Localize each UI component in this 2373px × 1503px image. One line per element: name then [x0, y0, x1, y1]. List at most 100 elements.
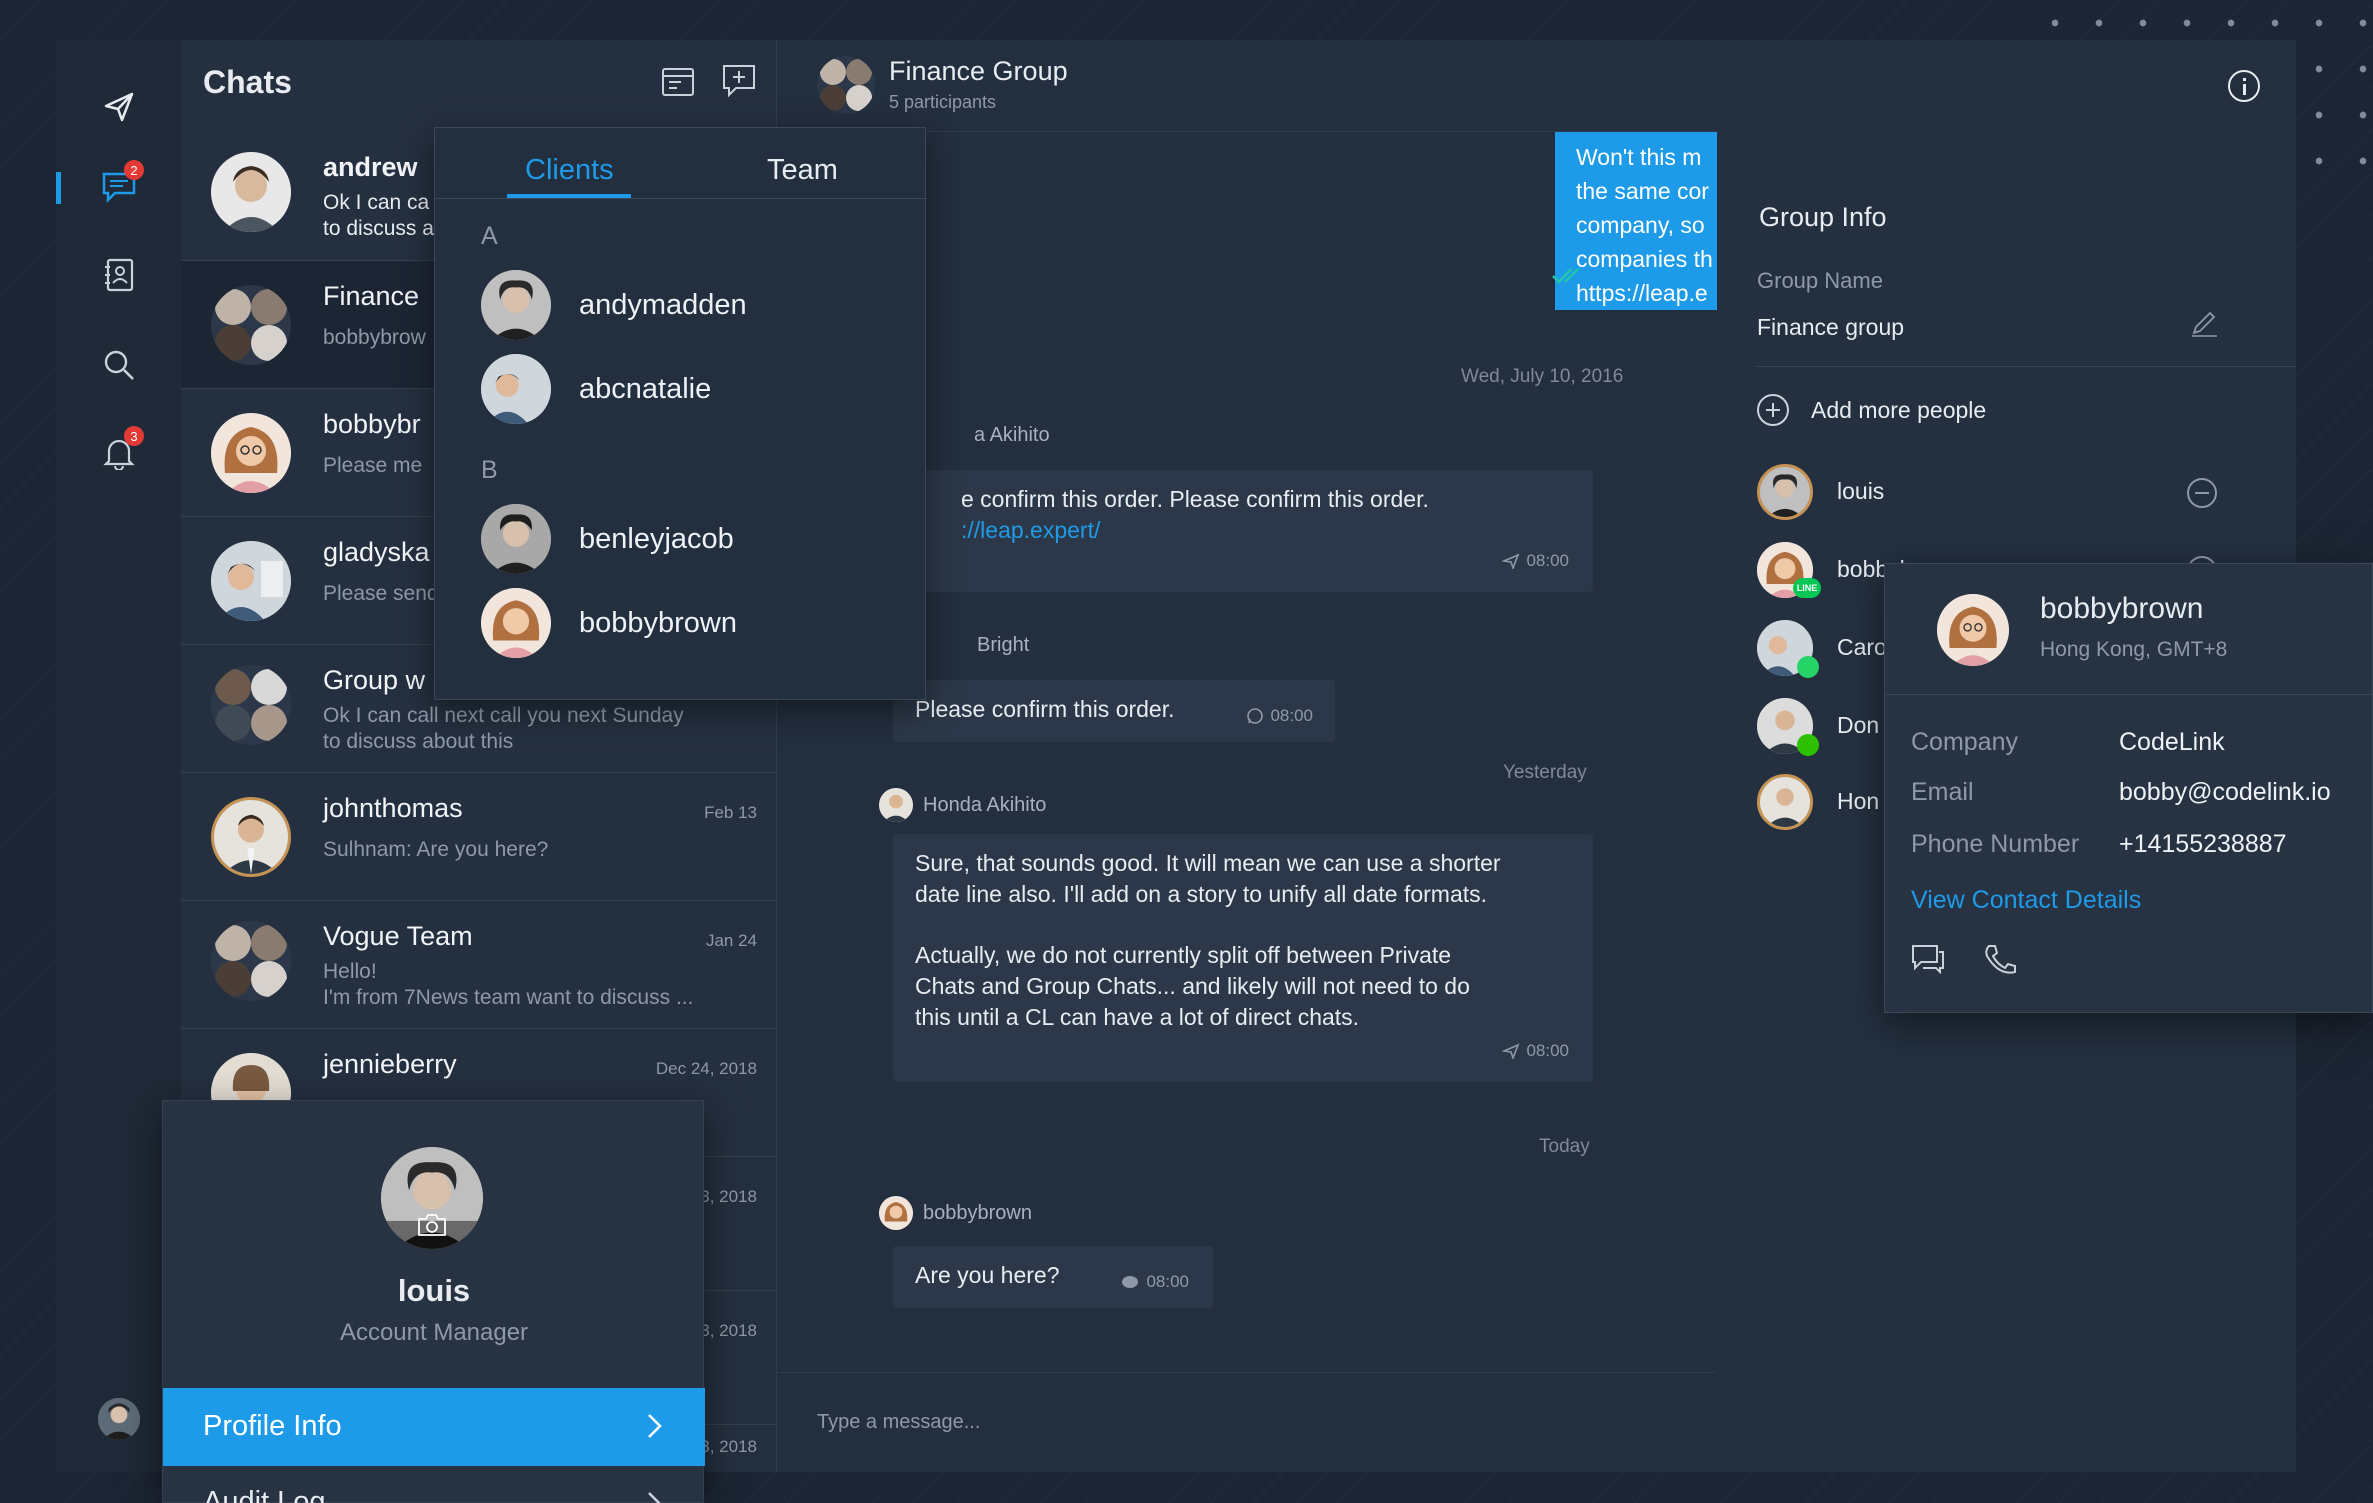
contact-phone-row: Phone Number +14155238887 [1911, 830, 2287, 858]
chat-date: 3, 2018 [700, 1437, 757, 1456]
unread-badge: 2 [124, 160, 144, 180]
wechat-icon [1120, 1274, 1140, 1290]
group-avatar [817, 56, 875, 114]
chat-list-title: Chats [203, 64, 292, 100]
message-bubble[interactable]: Please confirm this order. 08:00 [893, 680, 1335, 742]
contact-company-row: Company CodeLink [1911, 728, 2225, 756]
group-name-label: Group Name [1757, 268, 1883, 293]
user-avatar[interactable] [98, 1398, 140, 1440]
remove-member-icon[interactable] [2187, 478, 2217, 508]
chat-name: Vogue Team [323, 921, 473, 951]
date-separator: Yesterday [1503, 762, 1587, 783]
chat-list-header: Chats [181, 40, 777, 132]
chat-preview: Sulhnam: Are you here? [323, 838, 549, 861]
contact-andymadden[interactable]: andymadden [481, 270, 747, 340]
message-meta: 08:00 [1502, 1035, 1569, 1066]
contact-bobbybrown[interactable]: bobbybrown [481, 588, 737, 658]
message-icon[interactable] [1911, 944, 1945, 974]
tab-team[interactable]: Team [767, 154, 838, 187]
chat-name: jennieberry [323, 1049, 457, 1079]
info-icon[interactable] [2228, 70, 2260, 102]
avatar [211, 152, 291, 232]
line-badge-icon: LINE [1793, 578, 1821, 598]
date-separator: Wed, July 10, 2016 [1461, 366, 1624, 387]
group-name-value: Finance group [1757, 314, 1905, 340]
chat-date: Dec 24, 2018 [655, 1059, 757, 1078]
message-composer: Type a message... [777, 1372, 1717, 1472]
chat-name: bobbybr [323, 409, 421, 439]
chevron-right-icon [647, 1412, 663, 1440]
leap-send-icon [1502, 553, 1520, 569]
compose-list-icon[interactable] [661, 66, 695, 98]
add-people-button[interactable]: Add more people [1757, 394, 1986, 426]
conversation-header: Finance Group 5 participants [777, 40, 1717, 132]
avatar [481, 504, 551, 574]
avatar [1937, 594, 2009, 666]
message-sender: bobbybrown [879, 1196, 1032, 1230]
chat-preview: Ok I can call next call you next Sunday t… [323, 704, 684, 753]
contact-location: Hong Kong, GMT+8 [2040, 638, 2228, 661]
chat-date: Feb 13 [704, 803, 757, 822]
message-input[interactable]: Type a message... [817, 1411, 980, 1434]
profile-name: louis [397, 1273, 471, 1308]
contact-benleyjacob[interactable]: benleyjacob [481, 504, 734, 574]
chevron-right-icon [647, 1490, 663, 1503]
avatar [211, 413, 291, 493]
audit-log-button[interactable]: Audit Log [163, 1466, 705, 1503]
avatar [481, 354, 551, 424]
profile-role: Account Manager [339, 1319, 529, 1346]
camera-icon[interactable] [417, 1213, 447, 1237]
bell-icon[interactable]: 3 [100, 426, 144, 472]
wechat-badge-icon [1797, 734, 1819, 756]
avatar [1757, 774, 1813, 830]
chat-icon[interactable]: 2 [100, 160, 144, 206]
chat-name: andrew [323, 152, 418, 182]
contacts-book-icon[interactable] [100, 256, 138, 294]
avatar [1757, 464, 1813, 520]
message-bubble[interactable]: Sure, that sounds good. It will mean we … [893, 834, 1593, 1082]
chat-date: 3, 2018 [700, 1321, 757, 1340]
tab-clients[interactable]: Clients [525, 154, 614, 187]
add-icon [1757, 394, 1789, 426]
chat-date: Jan 24 [705, 931, 757, 950]
group-avatar [211, 285, 291, 365]
phone-icon[interactable] [1983, 944, 2017, 976]
group-avatar [211, 665, 291, 745]
whatsapp-icon [1246, 707, 1264, 725]
conversation-title: Finance Group [889, 56, 1068, 86]
avatar [211, 541, 291, 621]
chat-name: Group w [323, 665, 426, 695]
avatar [481, 270, 551, 340]
whatsapp-badge-icon [1797, 656, 1819, 678]
section-letter: B [481, 456, 498, 484]
chat-name: johnthomas [323, 793, 463, 823]
message-meta: 08:00 [1120, 1266, 1189, 1297]
chat-date: 3, 2018 [700, 1187, 757, 1206]
avatar [481, 588, 551, 658]
member-louis[interactable]: louis [1717, 460, 2257, 530]
contact-name: bobbybrown [2040, 592, 2204, 625]
edit-pencil-icon[interactable] [2189, 308, 2219, 338]
chat-name: Finance [323, 281, 420, 311]
message-bubble[interactable]: Are you here? 08:00 [893, 1246, 1213, 1308]
search-icon[interactable] [100, 346, 138, 384]
message-meta: 08:00 [1246, 700, 1313, 731]
group-avatar [211, 921, 291, 1001]
new-chat-icon[interactable] [722, 64, 756, 98]
contact-abcnatalie[interactable]: abcnatalie [481, 354, 711, 424]
message-sender: Honda Akihito [879, 788, 1046, 822]
view-contact-details-link[interactable]: View Contact Details [1911, 886, 2141, 915]
profile-info-button[interactable]: Profile Info [163, 1388, 705, 1466]
date-separator: Today [1539, 1136, 1590, 1157]
avatar [211, 797, 291, 877]
chat-item-vogue-team[interactable]: Vogue Team Hello! I'm from 7News team wan… [181, 900, 777, 1028]
chat-item-johnthomas[interactable]: johnthomas Sulhnam: Are you here? Feb 13 [181, 772, 777, 900]
avatar [879, 788, 913, 822]
message-meta: 08:00 [1502, 545, 1569, 576]
double-check-icon [1551, 266, 1587, 286]
section-letter: A [481, 222, 498, 250]
profile-card: louis Account Manager Profile Info Audit… [162, 1100, 705, 1503]
chat-name: gladyska [323, 537, 430, 567]
notification-badge: 3 [124, 426, 144, 446]
send-logo-icon[interactable] [100, 88, 138, 126]
